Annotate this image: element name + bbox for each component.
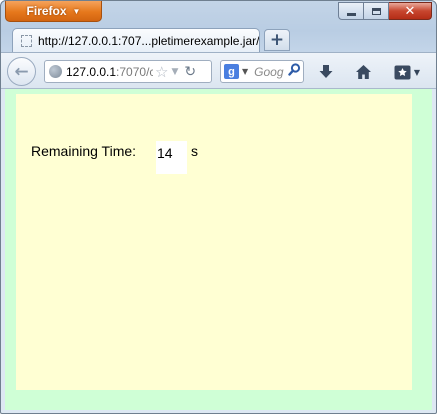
firefox-menu-button[interactable]: Firefox ▼: [5, 1, 102, 22]
home-button[interactable]: [350, 59, 376, 85]
time-unit-label: s: [191, 143, 198, 159]
firefox-menu-label: Firefox: [26, 4, 67, 18]
url-history-dropdown-icon[interactable]: ▼: [172, 67, 179, 77]
search-engine-icon[interactable]: g: [224, 64, 239, 79]
search-bar[interactable]: g ▼ Goog: [220, 60, 304, 83]
navigation-toolbar: ← 127.0.0.1 :7070/c ☆ ▼ ↻ g ▼ Goog ▼: [1, 52, 436, 89]
bookmarks-menu-icon: [394, 65, 411, 79]
plus-icon: +: [269, 30, 285, 50]
bookmark-star-icon[interactable]: ☆: [155, 63, 168, 81]
new-tab-button[interactable]: +: [264, 29, 290, 51]
globe-icon: [49, 65, 62, 78]
download-icon: [319, 65, 333, 78]
maximize-icon: [371, 7, 381, 15]
minimize-icon: [346, 12, 356, 16]
timer-applet: Remaining Time: 14 s: [16, 94, 412, 390]
minimize-button[interactable]: [338, 2, 364, 20]
url-host: 127.0.0.1: [66, 64, 117, 79]
url-path: :7070/c: [116, 64, 154, 79]
back-arrow-icon: ←: [14, 61, 29, 82]
tab-active[interactable]: http://127.0.0.1:707...pletimerexample.j…: [12, 28, 260, 53]
search-placeholder: Goog: [254, 64, 284, 79]
maximize-button[interactable]: [364, 2, 389, 20]
reload-icon[interactable]: ↻: [184, 64, 196, 80]
close-button[interactable]: ✕: [389, 2, 432, 20]
close-icon: ✕: [404, 3, 416, 19]
search-icon[interactable]: [288, 63, 301, 80]
download-button[interactable]: [313, 59, 339, 85]
remaining-time-field[interactable]: 14: [156, 141, 187, 174]
window-controls: ✕: [338, 2, 432, 20]
bookmarks-menu-button[interactable]: ▼: [390, 59, 424, 85]
page-content: Remaining Time: 14 s: [5, 89, 432, 410]
title-bar: Firefox ▼ ✕: [1, 1, 436, 25]
search-engine-dropdown-icon[interactable]: ▼: [242, 67, 248, 76]
remaining-time-label: Remaining Time:: [31, 143, 137, 159]
back-button[interactable]: ←: [7, 57, 36, 86]
address-bar[interactable]: 127.0.0.1 :7070/c ☆ ▼ ↻: [44, 60, 212, 83]
page-icon: [21, 35, 32, 47]
home-icon: [355, 65, 371, 79]
chevron-down-icon: ▼: [413, 67, 421, 77]
chevron-down-icon: ▼: [72, 6, 81, 16]
tab-title: http://127.0.0.1:707...pletimerexample.j…: [37, 34, 259, 48]
browser-window: Firefox ▼ ✕ http://127.0.0.1:707...pleti…: [0, 0, 437, 414]
